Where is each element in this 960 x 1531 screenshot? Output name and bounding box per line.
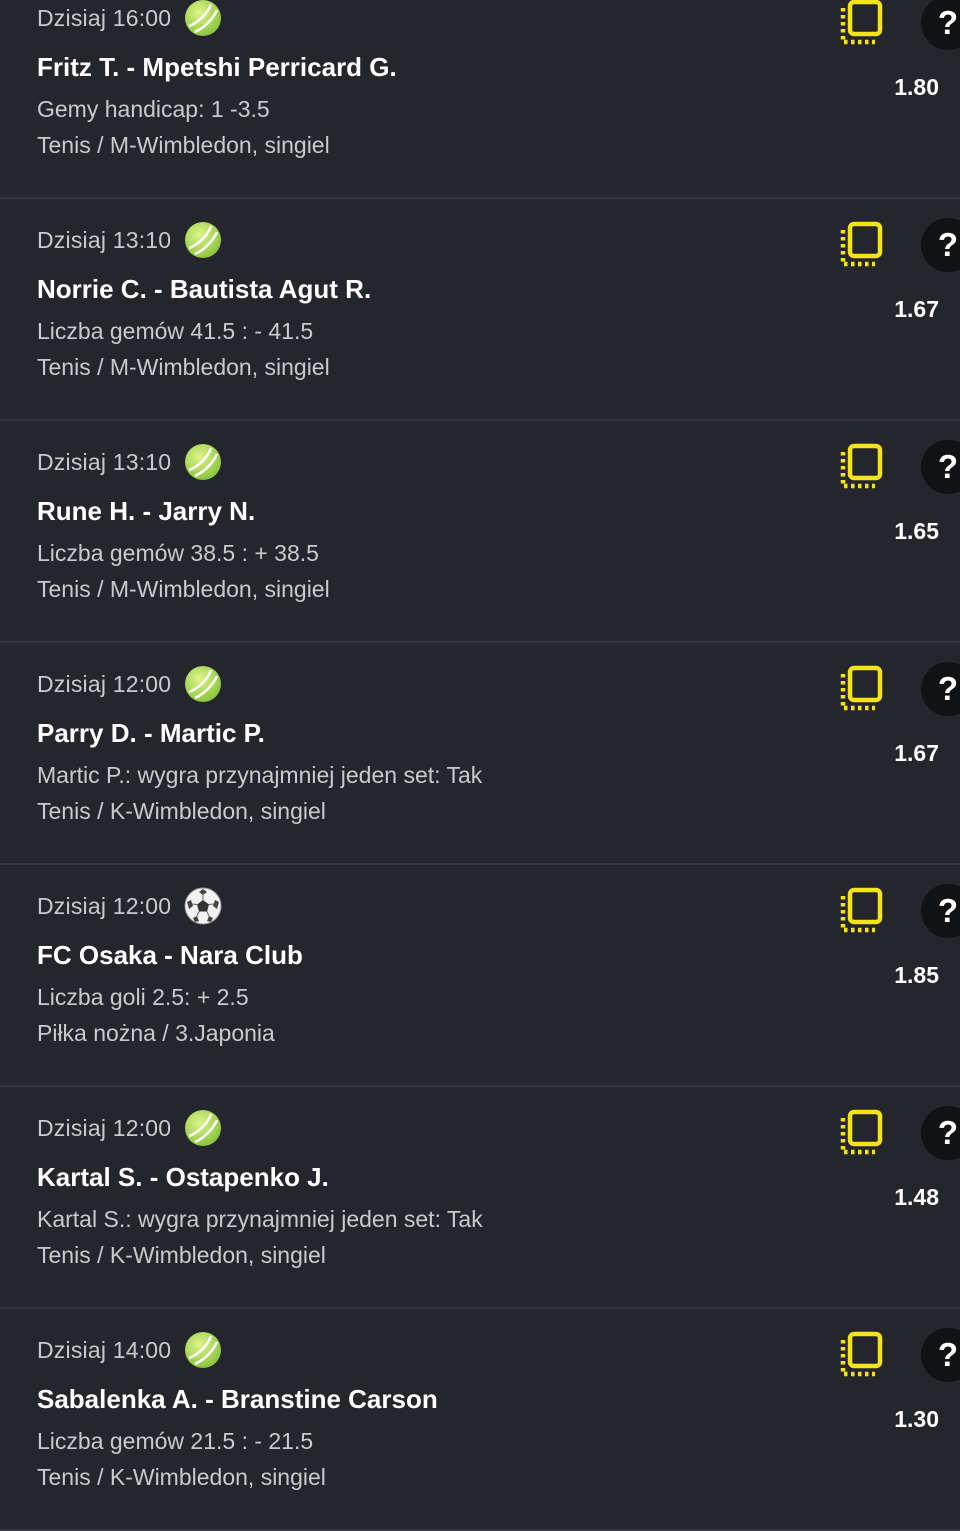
copy-icon	[840, 1331, 883, 1377]
copy-bet-button[interactable]	[839, 664, 885, 714]
bet-league: Tenis / K-Wimbledon, singiel	[37, 1464, 326, 1490]
bet-league: Tenis / M-Wimbledon, singiel	[37, 354, 330, 380]
copy-bet-button[interactable]	[839, 886, 885, 936]
bet-time: Dzisiaj 12:00	[37, 670, 172, 697]
bet-match[interactable]: FC Osaka - Nara Club	[37, 940, 303, 971]
copy-icon	[840, 443, 883, 489]
bet-market: Liczba gemów 21.5 : - 21.5	[37, 1428, 314, 1454]
copy-bet-button[interactable]	[839, 0, 885, 48]
tennis-ball-icon	[185, 1332, 222, 1368]
bet-odds[interactable]: 1.85	[894, 962, 939, 989]
bet-time: Dzisiaj 13:10	[37, 226, 172, 253]
bet-odds[interactable]: 1.67	[894, 296, 939, 323]
bet-time-row: Dzisiaj 12:00	[37, 1108, 222, 1148]
bet-odds[interactable]: 1.48	[894, 1184, 939, 1211]
bet-odds[interactable]: 1.30	[894, 1406, 939, 1433]
help-button[interactable]: ?	[921, 440, 960, 494]
bet-item[interactable]: Dzisiaj 14:00 Sabalenka A. - Branstine C…	[0, 1309, 960, 1531]
tennis-ball-icon	[185, 444, 222, 480]
bet-item[interactable]: Dzisiaj 13:10 Rune H. - Jarry N. Liczba …	[0, 421, 960, 643]
bet-time: Dzisiaj 12:00	[37, 1114, 172, 1141]
bet-market: Gemy handicap: 1 -3.5	[37, 96, 270, 122]
bet-item[interactable]: Dzisiaj 12:00 FC Osaka - Nara Club Liczb…	[0, 865, 960, 1087]
bet-league: Tenis / K-Wimbledon, singiel	[37, 1242, 326, 1268]
bet-time-row: Dzisiaj 14:00	[37, 1330, 222, 1370]
bet-time: Dzisiaj 13:10	[37, 448, 172, 475]
bet-odds[interactable]: 1.67	[894, 740, 939, 767]
bet-market: Liczba gemów 38.5 : + 38.5	[37, 540, 319, 566]
bet-time-row: Dzisiaj 12:00	[37, 664, 222, 704]
bet-match[interactable]: Rune H. - Jarry N.	[37, 496, 255, 527]
bet-league: Tenis / K-Wimbledon, singiel	[37, 798, 326, 824]
copy-bet-button[interactable]	[839, 442, 885, 492]
bet-market: Martic P.: wygra przynajmniej jeden set:…	[37, 762, 483, 788]
bet-time-row: Dzisiaj 12:00	[37, 886, 222, 926]
tennis-ball-icon	[185, 1110, 222, 1146]
bet-item[interactable]: Dzisiaj 12:00 Parry D. - Martic P. Marti…	[0, 643, 960, 865]
soccer-ball-icon	[184, 887, 222, 925]
bet-market: Liczba gemów 41.5 : - 41.5	[37, 318, 314, 344]
bet-time-row: Dzisiaj 13:10	[37, 220, 222, 260]
bet-item[interactable]: Dzisiaj 13:10 Norrie C. - Bautista Agut …	[0, 199, 960, 421]
copy-bet-button[interactable]	[839, 220, 885, 270]
bet-league: Tenis / M-Wimbledon, singiel	[37, 576, 330, 602]
bet-match[interactable]: Sabalenka A. - Branstine Carson	[37, 1384, 438, 1415]
bet-league: Piłka nożna / 3.Japonia	[37, 1020, 275, 1046]
bet-market: Liczba goli 2.5: + 2.5	[37, 984, 249, 1010]
bet-item[interactable]: Dzisiaj 12:00 Kartal S. - Ostapenko J. K…	[0, 1087, 960, 1309]
bet-match[interactable]: Norrie C. - Bautista Agut R.	[37, 274, 371, 305]
tennis-ball-icon	[185, 0, 222, 36]
tennis-ball-icon	[185, 222, 222, 258]
help-button[interactable]: ?	[921, 662, 960, 716]
copy-bet-button[interactable]	[839, 1108, 885, 1158]
bet-odds[interactable]: 1.65	[894, 518, 939, 545]
copy-icon	[840, 1109, 883, 1155]
help-button[interactable]: ?	[921, 0, 960, 50]
copy-icon	[840, 665, 883, 711]
bet-time-row: Dzisiaj 16:00	[37, 0, 222, 38]
bet-time: Dzisiaj 14:00	[37, 1336, 172, 1363]
tennis-ball-icon	[185, 666, 222, 702]
copy-icon	[840, 887, 883, 933]
bet-time: Dzisiaj 12:00	[37, 892, 172, 919]
help-button[interactable]: ?	[921, 218, 960, 272]
copy-bet-button[interactable]	[839, 1330, 885, 1380]
bet-match[interactable]: Kartal S. - Ostapenko J.	[37, 1162, 329, 1193]
help-button[interactable]: ?	[921, 1106, 960, 1160]
bet-time: Dzisiaj 16:00	[37, 4, 172, 31]
bet-item[interactable]: Dzisiaj 16:00 Fritz T. - Mpetshi Perrica…	[0, 0, 960, 199]
bet-market: Kartal S.: wygra przynajmniej jeden set:…	[37, 1206, 483, 1232]
bet-match[interactable]: Parry D. - Martic P.	[37, 718, 265, 749]
bet-league: Tenis / M-Wimbledon, singiel	[37, 132, 330, 158]
bet-odds[interactable]: 1.80	[894, 74, 939, 101]
help-button[interactable]: ?	[921, 1328, 960, 1382]
copy-icon	[840, 0, 883, 45]
bet-list: Dzisiaj 16:00 Fritz T. - Mpetshi Perrica…	[0, 0, 960, 1531]
bet-time-row: Dzisiaj 13:10	[37, 442, 222, 482]
help-button[interactable]: ?	[921, 884, 960, 938]
copy-icon	[840, 221, 883, 267]
bet-match[interactable]: Fritz T. - Mpetshi Perricard G.	[37, 52, 397, 83]
